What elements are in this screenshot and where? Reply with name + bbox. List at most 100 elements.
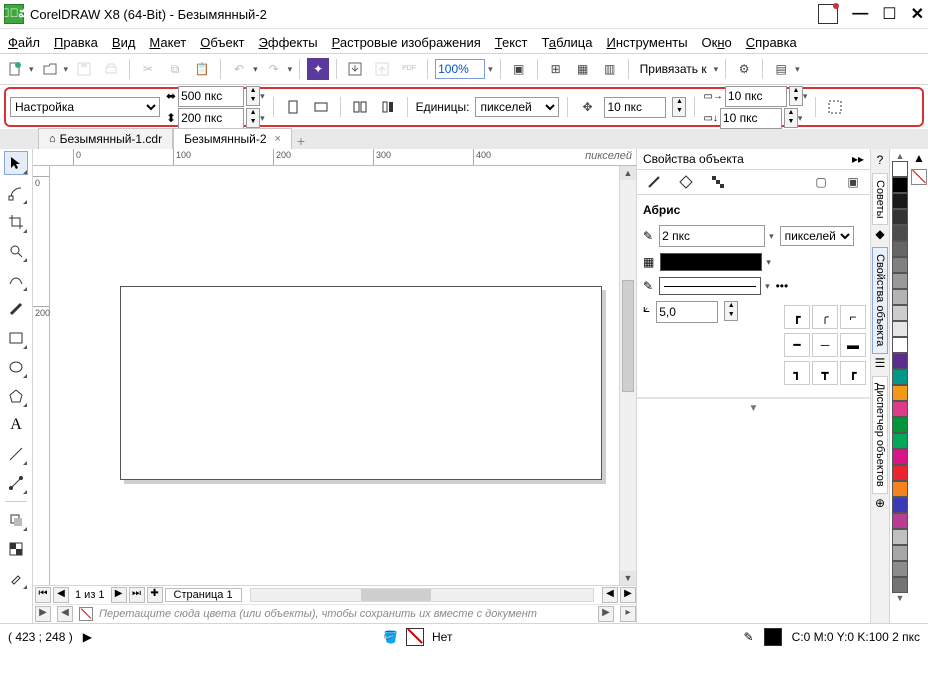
menu-view[interactable]: Вид — [112, 35, 136, 50]
outline-color-swatch[interactable] — [660, 253, 762, 271]
zoom-tool[interactable] — [5, 240, 27, 262]
new-button[interactable] — [4, 58, 26, 80]
dock-mode2-icon[interactable]: ▣ — [842, 171, 864, 193]
color-swatch[interactable] — [892, 577, 908, 593]
print-button[interactable] — [100, 58, 122, 80]
outline-swatch[interactable] — [764, 628, 782, 646]
page-width-input[interactable] — [178, 86, 244, 107]
fill-tab[interactable] — [675, 171, 697, 193]
color-swatch[interactable] — [892, 289, 908, 305]
transparency-tab[interactable] — [707, 171, 729, 193]
outline-width-input[interactable] — [659, 225, 765, 247]
dup-x-input[interactable] — [725, 86, 787, 107]
section-expander[interactable]: ▼ — [637, 398, 870, 418]
add-page-button[interactable]: ✚ — [147, 587, 163, 603]
add-tab-button[interactable]: + — [292, 133, 310, 149]
dash-settings-icon[interactable]: ••• — [776, 279, 789, 293]
redo-button[interactable]: ↷ — [263, 58, 285, 80]
color-swatch[interactable] — [892, 417, 908, 433]
crop-tool[interactable] — [5, 211, 27, 233]
color-swatch[interactable] — [892, 305, 908, 321]
show-grid-button[interactable]: ▦ — [572, 58, 594, 80]
horizontal-ruler[interactable]: 0 100 200 300 400 пикселей — [33, 149, 636, 166]
color-swatch[interactable] — [892, 273, 908, 289]
freehand-tool[interactable] — [5, 269, 27, 291]
document-palette[interactable]: ▶ ◀ Перетащите сюда цвета (или объекты),… — [33, 604, 636, 623]
color-swatch[interactable] — [892, 433, 908, 449]
color-swatch[interactable] — [892, 481, 908, 497]
parallel-dim-tool[interactable] — [5, 443, 27, 465]
pos-outside[interactable]: ┓ — [784, 361, 810, 385]
landscape-button[interactable] — [310, 96, 332, 118]
menu-layout[interactable]: Макет — [149, 35, 186, 50]
color-swatch[interactable] — [892, 385, 908, 401]
palette-up[interactable]: ▲ — [913, 151, 925, 165]
menu-bitmaps[interactable]: Растровые изображения — [332, 35, 481, 50]
cut-button[interactable]: ✂ — [137, 58, 159, 80]
vertical-ruler[interactable]: 0 200 — [33, 166, 50, 585]
menu-effects[interactable]: Эффекты — [259, 35, 318, 50]
corner-bevel[interactable]: ⌐ — [840, 305, 866, 329]
portrait-button[interactable] — [282, 96, 304, 118]
page-tab[interactable]: Страница 1 — [165, 588, 242, 602]
menu-object[interactable]: Объект — [200, 35, 244, 50]
pos-inside[interactable]: ┏ — [840, 361, 866, 385]
app-launcher-button[interactable]: ▤ — [770, 58, 792, 80]
outline-tab[interactable] — [643, 171, 665, 193]
page-preset-select[interactable]: Настройка — [10, 97, 160, 117]
cap-square[interactable]: ▬ — [840, 333, 866, 357]
nudge-input[interactable] — [604, 97, 666, 118]
show-guidelines-button[interactable]: ▥ — [599, 58, 621, 80]
outline-style-select[interactable] — [659, 277, 761, 295]
menu-tools[interactable]: Инструменты — [606, 35, 687, 50]
hints-tab[interactable]: Советы — [872, 173, 888, 225]
outline-units-select[interactable]: пикселей — [780, 226, 854, 246]
zoom-combo[interactable] — [435, 59, 485, 79]
account-icon[interactable] — [818, 4, 838, 24]
color-swatch[interactable] — [892, 161, 908, 177]
ellipse-tool[interactable] — [5, 356, 27, 378]
dup-y-input[interactable] — [720, 108, 782, 129]
current-page-button[interactable] — [377, 96, 399, 118]
color-swatch[interactable] — [892, 401, 908, 417]
polygon-tool[interactable] — [5, 385, 27, 407]
menu-text[interactable]: Текст — [495, 35, 528, 50]
corner-round[interactable]: ╭ — [812, 305, 838, 329]
props-icon[interactable]: ◆ — [875, 227, 884, 245]
menu-edit[interactable]: Правка — [54, 35, 98, 50]
transparency-tool[interactable] — [5, 538, 27, 560]
fullscreen-preview-button[interactable]: ▣ — [508, 58, 530, 80]
rectangle-tool[interactable] — [5, 327, 27, 349]
minimize-button[interactable]: — — [852, 5, 868, 23]
color-swatch[interactable] — [892, 257, 908, 273]
color-swatch[interactable] — [892, 353, 908, 369]
color-swatch[interactable] — [892, 369, 908, 385]
copy-button[interactable]: ⧉ — [164, 58, 186, 80]
color-swatch[interactable] — [892, 241, 908, 257]
miter-input[interactable] — [656, 301, 718, 323]
treat-as-filled-button[interactable] — [824, 96, 846, 118]
import-button[interactable] — [344, 58, 366, 80]
status-next-icon[interactable]: ▶ — [83, 630, 92, 644]
color-swatch[interactable] — [892, 513, 908, 529]
show-rulers-button[interactable]: ⊞ — [545, 58, 567, 80]
tab-doc1[interactable]: ⌂Безымянный-1.cdr — [38, 128, 173, 149]
export-button[interactable] — [371, 58, 393, 80]
no-fill-icon[interactable] — [406, 628, 424, 646]
width-spinner[interactable]: ▲▼ — [246, 86, 260, 106]
layers-icon[interactable]: ☰ — [875, 356, 886, 374]
color-swatch[interactable] — [892, 225, 908, 241]
object-properties-tab[interactable]: Свойства объекта — [872, 247, 888, 353]
units-select[interactable]: пикселей — [475, 97, 559, 117]
drop-shadow-tool[interactable] — [5, 509, 27, 531]
open-dropdown[interactable]: ▾ — [64, 64, 69, 75]
open-button[interactable] — [39, 58, 61, 80]
menu-window[interactable]: Окно — [702, 35, 732, 50]
connector-tool[interactable] — [5, 472, 27, 494]
add-docker-icon[interactable]: ⊕ — [875, 496, 885, 514]
color-swatch[interactable] — [892, 449, 908, 465]
color-swatch[interactable] — [892, 497, 908, 513]
new-dropdown[interactable]: ▾ — [29, 64, 34, 75]
pos-center[interactable]: ┳ — [812, 361, 838, 385]
undo-button[interactable]: ↶ — [228, 58, 250, 80]
